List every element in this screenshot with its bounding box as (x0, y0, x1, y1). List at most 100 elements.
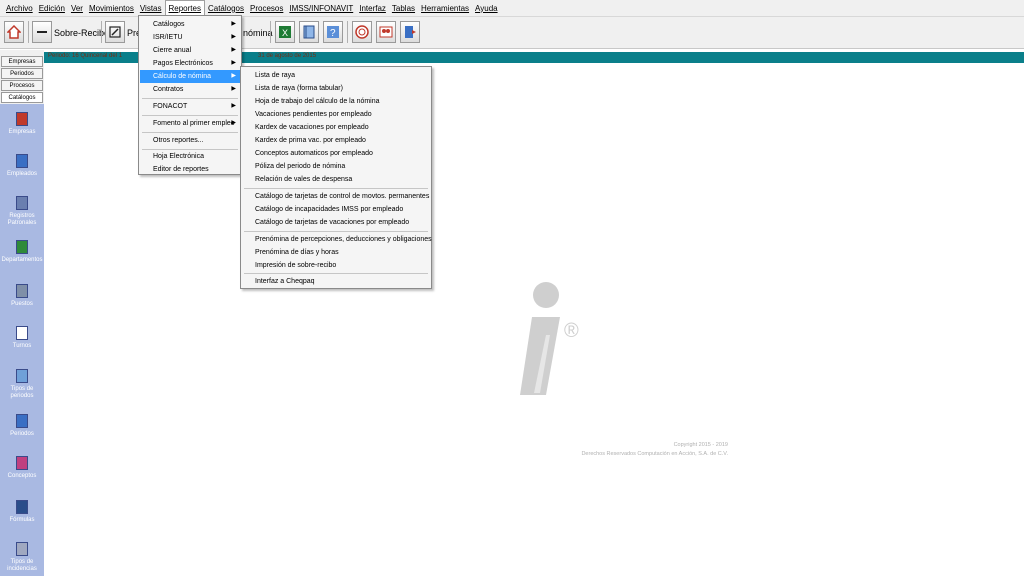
home-button[interactable] (4, 21, 24, 43)
submenu-item-hoja-de-trabajo[interactable]: Hoja de trabajo del cálculo de la nómina (242, 95, 430, 108)
sidebar-item-departamentos[interactable]: Departamentos (0, 240, 44, 264)
submenu-item-kardex-vacaciones[interactable]: Kardex de vacaciones por empleado (242, 121, 430, 134)
menu-item-fonacot[interactable]: FONACOT ▶ (140, 100, 240, 113)
clock-icon (16, 326, 28, 340)
submenu-item-lista-de-raya[interactable]: Lista de raya (242, 69, 430, 82)
menu-item-isr-ietu[interactable]: ISR/IETU ▶ (140, 31, 240, 44)
help-button[interactable]: ? (323, 21, 343, 43)
menu-item-calculo-de-nomina[interactable]: Cálculo de nómina ▶ (140, 70, 240, 83)
submenu-item-tarjetas-vacaciones[interactable]: Catálogo de tarjetas de vacaciones por e… (242, 216, 430, 229)
notebook-button[interactable] (299, 21, 319, 43)
sidebar-item-formulas[interactable]: Fórmulas (0, 500, 44, 524)
menu-ayuda[interactable]: Ayuda (472, 0, 501, 17)
menu-separator (142, 98, 238, 99)
edit-icon (109, 26, 121, 38)
sidebar-item-label: Tipos de incidencias (7, 559, 37, 572)
submenu-item-sobre-recibo[interactable]: Impresión de sobre-recibo (242, 259, 430, 272)
submenu-arrow-icon: ▶ (231, 120, 236, 126)
menu-edicion[interactable]: Edición (36, 0, 68, 17)
notebook-icon (303, 25, 315, 39)
tab-catalogos[interactable]: Catálogos (1, 92, 43, 103)
home-icon (7, 25, 21, 39)
toolbar-separator (28, 21, 29, 43)
menu-movimientos[interactable]: Movimientos (86, 0, 137, 17)
submenu-item-conceptos-automaticos[interactable]: Conceptos automaticos por empleado (242, 147, 430, 160)
sidebar-item-registros-patronales[interactable]: Registros Patronales (0, 196, 44, 227)
sidebar-item-label: Periodos (10, 431, 34, 437)
submenu-item-lista-de-raya-tabular[interactable]: Lista de raya (forma tabular) (242, 82, 430, 95)
sidebar-item-label: Departamentos (1, 257, 43, 263)
sobre-recibo-button[interactable] (32, 21, 52, 43)
submenu-item-poliza-periodo[interactable]: Póliza del periodo de nómina (242, 160, 430, 173)
people-button[interactable] (376, 21, 396, 43)
rights-text: Derechos Reservados Computación en Acció… (581, 451, 728, 457)
submenu-arrow-icon: ▶ (231, 34, 236, 40)
minus-icon (37, 31, 47, 33)
toolbar-separator (101, 21, 102, 43)
submenu-item-tarjetas-control[interactable]: Catálogo de tarjetas de control de movto… (242, 190, 430, 203)
exit-door-icon (405, 26, 416, 38)
excel-button[interactable]: X (275, 21, 295, 43)
sidebar-item-periodos[interactable]: Periodos (0, 414, 44, 438)
catalog-sidebar: Empresas Empleados Registros Patronales … (0, 104, 44, 576)
submenu-item-prenomina-percepciones[interactable]: Prenómina de percepciones, deducciones y… (242, 233, 432, 246)
menu-procesos[interactable]: Procesos (247, 0, 286, 17)
submenu-item-prenomina-dias-horas[interactable]: Prenómina de días y horas (242, 246, 430, 259)
support-button[interactable] (352, 21, 372, 43)
sidebar-item-tipos-de-periodos[interactable]: Tipos de periodos (0, 369, 44, 400)
period-status-right: 31 de agosto de 2015 (258, 53, 317, 59)
tab-empresas[interactable]: Empresas (1, 56, 43, 67)
reportes-menu: Catálogos ▶ ISR/IETU ▶ Cierre anual ▶ Pagos… (138, 15, 242, 175)
sidebar-item-label: Conceptos (7, 473, 37, 479)
department-icon (16, 240, 28, 254)
menu-herramientas[interactable]: Herramientas (418, 0, 472, 17)
menu-item-editor-de-reportes[interactable]: Editor de reportes (140, 163, 240, 176)
sidebar-item-empresas[interactable]: Empresas (0, 112, 44, 136)
menu-separator (142, 132, 238, 133)
nomina-label: nómina (243, 28, 273, 38)
sidebar-item-conceptos[interactable]: Conceptos (0, 456, 44, 480)
menu-item-contratos[interactable]: Contratos ▶ (140, 83, 240, 96)
menu-item-fomento-primer-empleo[interactable]: Fomento al primer empleo ▶ (140, 117, 240, 130)
logo-watermark: ® (520, 282, 579, 395)
submenu-arrow-icon: ▶ (231, 21, 236, 27)
menu-item-pagos-electronicos[interactable]: Pagos Electrónicos ▶ (140, 57, 240, 70)
help-icon: ? (327, 26, 339, 39)
submenu-item-incapacidades-imss[interactable]: Catálogo de incapacidades IMSS por emple… (242, 203, 430, 216)
sidebar-item-tipos-de-incidencias[interactable]: Tipos de incidencias (0, 542, 44, 573)
toolbar-separator (347, 21, 348, 43)
menu-separator (244, 188, 428, 189)
submenu-arrow-icon: ▶ (231, 73, 236, 79)
tab-periodos[interactable]: Periodos (1, 68, 43, 79)
sidebar-item-label: Registros Patronales (7, 213, 37, 226)
sidebar-item-empleados[interactable]: Empleados (0, 154, 44, 178)
svg-text:?: ? (330, 28, 336, 39)
menu-item-cierre-anual[interactable]: Cierre anual ▶ (140, 44, 240, 57)
toolbar-separator (270, 21, 271, 43)
menu-item-catalogos[interactable]: Catálogos ▶ (140, 18, 240, 31)
submenu-item-vales-despensa[interactable]: Relación de vales de despensa (242, 173, 430, 186)
submenu-item-interfaz-cheqpaq[interactable]: Interfaz a Cheqpaq (242, 275, 430, 288)
sidebar-item-label: Fórmulas (9, 517, 35, 523)
sidebar-item-turnos[interactable]: Turnos (0, 326, 44, 350)
people-icon (379, 26, 393, 38)
exit-button[interactable] (400, 21, 420, 43)
menu-tablas[interactable]: Tablas (389, 0, 418, 17)
menu-ver[interactable]: Ver (68, 0, 86, 17)
sidebar-item-label: Turnos (12, 343, 32, 349)
submenu-item-kardex-prima-vac[interactable]: Kardex de prima vac. por empleado (242, 134, 430, 147)
menu-item-hoja-electronica[interactable]: Hoja Electrónica (140, 150, 240, 163)
period-status-left: Periodo: 16 Quincenal del 1 (48, 53, 123, 59)
registered-mark: ® (564, 320, 579, 342)
prenomina-button[interactable] (105, 21, 125, 43)
menu-imss-infonavit[interactable]: IMSS/INFONAVIT (286, 0, 356, 17)
sidebar-item-puestos[interactable]: Puestos (0, 284, 44, 308)
menu-item-otros-reportes[interactable]: Otros reportes... (140, 134, 240, 147)
submenu-item-vacaciones-pendientes[interactable]: Vacaciones pendientes por empleado (242, 108, 430, 121)
incident-icon (16, 542, 28, 556)
tab-procesos[interactable]: Procesos (1, 80, 43, 91)
menu-archivo[interactable]: Archivo (3, 0, 36, 17)
menu-interfaz[interactable]: Interfaz (356, 0, 389, 17)
menu-separator (142, 115, 238, 116)
submenu-arrow-icon: ▶ (231, 47, 236, 53)
